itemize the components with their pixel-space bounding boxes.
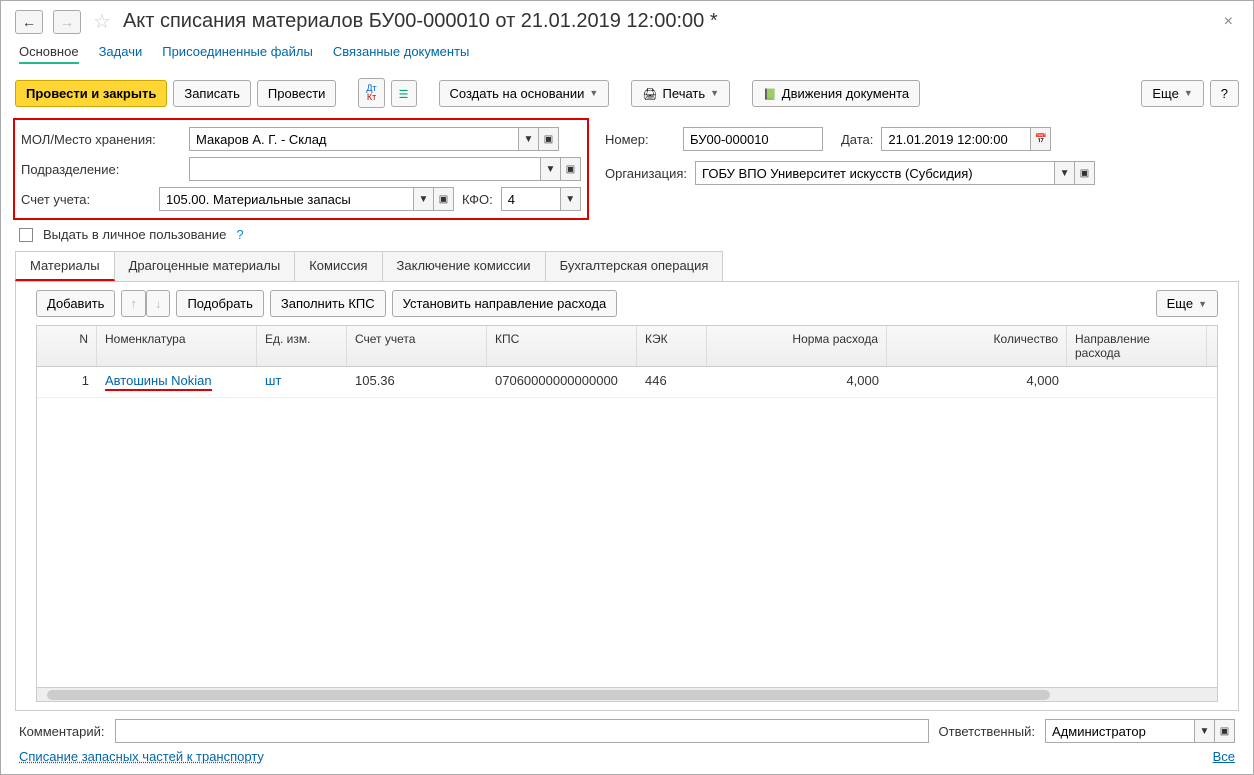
mol-label: МОЛ/Место хранения:	[21, 132, 181, 147]
col-norma[interactable]: Норма расхода	[707, 326, 887, 366]
tab-accounting[interactable]: Бухгалтерская операция	[545, 251, 724, 281]
unit-link[interactable]: шт	[265, 373, 281, 388]
move-up-button[interactable]: ↑	[121, 290, 146, 317]
col-kol[interactable]: Количество	[887, 326, 1067, 366]
comment-label: Комментарий:	[19, 724, 105, 739]
number-label: Номер:	[605, 132, 655, 147]
mol-open[interactable]: ▣	[539, 127, 559, 151]
resp-label: Ответственный:	[939, 724, 1035, 739]
help-button[interactable]: ?	[1210, 80, 1239, 107]
nav-related[interactable]: Связанные документы	[333, 44, 470, 64]
list-icon	[399, 86, 409, 101]
col-ed[interactable]: Ед. изм.	[257, 326, 347, 366]
org-dropdown[interactable]: ▼	[1055, 161, 1075, 185]
comment-input[interactable]	[115, 719, 929, 743]
account-dropdown[interactable]: ▼	[414, 187, 434, 211]
chevron-down-icon: ▼	[1198, 299, 1207, 309]
horizontal-scrollbar[interactable]	[37, 687, 1217, 701]
chevron-down-icon: ▼	[710, 88, 719, 98]
chevron-down-icon: ▼	[589, 88, 598, 98]
resp-open[interactable]: ▣	[1215, 719, 1235, 743]
printer-icon	[642, 86, 657, 101]
move-down-button[interactable]: ↓	[146, 290, 171, 317]
nomenclature-link[interactable]: Автошины Nokian	[105, 373, 212, 391]
col-schet[interactable]: Счет учета	[347, 326, 487, 366]
set-direction-button[interactable]: Установить направление расхода	[392, 290, 618, 317]
resp-dropdown[interactable]: ▼	[1195, 719, 1215, 743]
personal-use-label: Выдать в личное пользование	[43, 227, 226, 242]
date-label: Дата:	[841, 132, 873, 147]
mol-dropdown[interactable]: ▼	[519, 127, 539, 151]
account-label: Счет учета:	[21, 192, 151, 207]
mol-input[interactable]	[189, 127, 519, 151]
movements-button[interactable]: Движения документа	[752, 80, 920, 107]
dept-dropdown[interactable]: ▼	[541, 157, 561, 181]
more-button[interactable]: Еще ▼	[1141, 80, 1203, 107]
footer-link[interactable]: Списание запасных частей к транспорту	[19, 749, 264, 764]
kfo-input[interactable]	[501, 187, 561, 211]
nav-back-button[interactable]: ←	[15, 10, 43, 34]
dept-label: Подразделение:	[21, 162, 181, 177]
footer-all[interactable]: Все	[1213, 749, 1235, 764]
tab-materials[interactable]: Материалы	[15, 251, 115, 281]
col-nom[interactable]: Номенклатура	[97, 326, 257, 366]
account-open[interactable]: ▣	[434, 187, 454, 211]
table-row[interactable]: 1 Автошины Nokian шт 105.36 070600000000…	[37, 367, 1217, 398]
nav-tasks[interactable]: Задачи	[99, 44, 143, 64]
kfo-dropdown[interactable]: ▼	[561, 187, 581, 211]
create-based-button[interactable]: Создать на основании ▼	[439, 80, 610, 107]
print-button[interactable]: Печать ▼	[631, 80, 730, 107]
col-napr[interactable]: Направление расхода	[1067, 326, 1207, 366]
tab-commission[interactable]: Комиссия	[294, 251, 382, 281]
nav-files[interactable]: Присоединенные файлы	[162, 44, 313, 64]
number-input[interactable]	[683, 127, 823, 151]
org-open[interactable]: ▣	[1075, 161, 1095, 185]
close-button[interactable]: ×	[1218, 13, 1239, 31]
org-label: Организация:	[605, 166, 687, 181]
add-button[interactable]: Добавить	[36, 290, 115, 317]
resp-input[interactable]	[1045, 719, 1195, 743]
help-icon[interactable]: ?	[236, 227, 243, 242]
dtkt-icon: ДтКт	[366, 84, 376, 102]
list-icon-button[interactable]	[391, 80, 417, 107]
kfo-label: КФО:	[462, 192, 493, 207]
grid-more-button[interactable]: Еще ▼	[1156, 290, 1218, 317]
account-input[interactable]	[159, 187, 414, 211]
fill-kps-button[interactable]: Заполнить КПС	[270, 290, 386, 317]
dept-input[interactable]	[189, 157, 541, 181]
date-picker[interactable]: 📅	[1031, 127, 1051, 151]
col-kps[interactable]: КПС	[487, 326, 637, 366]
dept-open[interactable]: ▣	[561, 157, 581, 181]
personal-use-checkbox[interactable]	[19, 228, 33, 242]
chevron-down-icon: ▼	[1184, 88, 1193, 98]
col-kek[interactable]: КЭК	[637, 326, 707, 366]
pick-button[interactable]: Подобрать	[176, 290, 263, 317]
table-header: N Номенклатура Ед. изм. Счет учета КПС К…	[37, 326, 1217, 367]
tab-conclusion[interactable]: Заключение комиссии	[382, 251, 546, 281]
window-title: Акт списания материалов БУ00-000010 от 2…	[123, 10, 1208, 33]
tab-precious[interactable]: Драгоценные материалы	[114, 251, 296, 281]
post-button[interactable]: Провести	[257, 80, 337, 107]
dt-kt-button[interactable]: ДтКт	[358, 78, 384, 108]
nav-forward-button[interactable]: →	[53, 10, 81, 34]
col-n[interactable]: N	[37, 326, 97, 366]
org-input[interactable]	[695, 161, 1055, 185]
save-button[interactable]: Записать	[173, 80, 251, 107]
nav-main[interactable]: Основное	[19, 44, 79, 64]
date-input[interactable]	[881, 127, 1031, 151]
post-close-button[interactable]: Провести и закрыть	[15, 80, 167, 107]
book-icon	[763, 86, 777, 101]
favorite-icon[interactable]: ☆	[93, 9, 111, 34]
